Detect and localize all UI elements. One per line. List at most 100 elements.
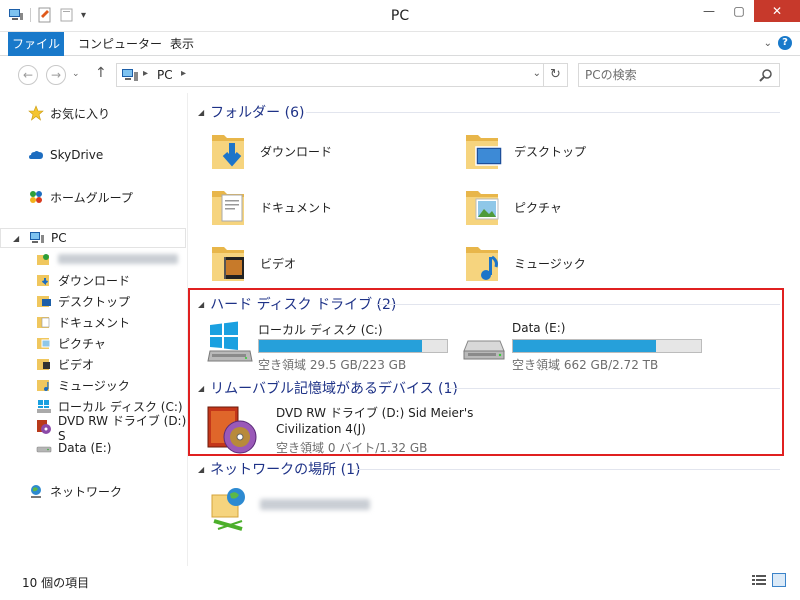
ribbon-tabs: ファイル コンピューター 表示 ⌄ ? [0, 32, 800, 56]
group-header-hard-disk-drives[interactable]: ◢ ハード ディスク ドライブ (2) [198, 294, 396, 314]
folder-downloads[interactable]: ダウンロード [208, 127, 332, 175]
recent-locations-chevron-icon[interactable]: ⌄ [72, 69, 80, 79]
collapse-triangle-icon[interactable]: ◢ [198, 300, 204, 309]
search-box[interactable] [578, 63, 780, 87]
redacted-text [260, 499, 370, 510]
up-button[interactable]: ↑ [95, 65, 107, 81]
nav-pc-label: PC [51, 231, 67, 245]
folder-videos[interactable]: ビデオ [208, 239, 296, 287]
pc-expand-chevron-icon[interactable]: ◢ [13, 234, 19, 243]
drive-c-usage-fill [259, 340, 423, 352]
pictures-folder-icon [37, 338, 51, 349]
status-bar: 10 個の項目 [0, 566, 800, 600]
forward-button[interactable]: → [46, 65, 66, 85]
tab-computer[interactable]: コンピューター [68, 32, 172, 56]
group-divider [352, 469, 780, 470]
folder-music[interactable]: ミュージック [462, 239, 586, 287]
back-button[interactable]: ← [18, 65, 38, 85]
folder-pictures-label: ピクチャ [514, 200, 562, 215]
collapse-triangle-icon[interactable]: ◢ [198, 465, 204, 474]
nav-videos[interactable]: ビデオ [0, 354, 188, 374]
nav-skydrive[interactable]: SkyDrive [0, 145, 188, 165]
group-header-removable-label: リムーバブル記憶域があるデバイス (1) [210, 381, 458, 397]
folder-documents[interactable]: ドキュメント [208, 183, 332, 231]
pictures-folder-icon [466, 191, 499, 225]
hard-drive-icon [463, 340, 505, 360]
nav-network-label: ネットワーク [50, 484, 123, 499]
breadcrumb-separator-icon[interactable]: ▸ [143, 68, 148, 79]
group-header-removable-storage[interactable]: ◢ リムーバブル記憶域があるデバイス (1) [198, 378, 458, 398]
folder-music-label: ミュージック [514, 256, 586, 271]
address-dropdown-icon[interactable]: ⌄ [533, 68, 541, 79]
nav-data-e-label: Data (E:) [58, 441, 112, 455]
nav-homegroup[interactable]: ホームグループ [0, 187, 188, 207]
breadcrumb-pc[interactable]: PC [157, 68, 173, 82]
drive-c-usage-bar [258, 339, 448, 353]
user-folder-icon [37, 254, 49, 265]
nav-homegroup-label: ホームグループ [50, 190, 133, 205]
redacted-text [58, 254, 178, 264]
search-input[interactable] [585, 67, 755, 83]
nav-pictures[interactable]: ピクチャ [0, 333, 188, 353]
window-controls: — ▢ ✕ [694, 0, 800, 22]
breadcrumb-separator-icon[interactable]: ▸ [181, 68, 186, 79]
nav-network[interactable]: ネットワーク [0, 481, 188, 501]
tab-view[interactable]: 表示 [160, 32, 204, 56]
nav-documents[interactable]: ドキュメント [0, 312, 188, 332]
expand-ribbon-icon[interactable]: ⌄ [764, 38, 772, 49]
nav-desktop-label: デスクトップ [58, 294, 131, 309]
windows-drive-icon [37, 400, 51, 413]
item-count: 10 個の項目 [22, 576, 90, 590]
network-icon [31, 485, 41, 498]
drive-c-name: ローカル ディスク (C:) [258, 323, 383, 337]
music-folder-icon [466, 247, 498, 281]
nav-skydrive-label: SkyDrive [50, 148, 104, 162]
group-header-network-label: ネットワークの場所 (1) [210, 462, 361, 478]
drive-e-usage-bar [512, 339, 702, 353]
nav-user-folder[interactable] [0, 249, 188, 269]
nav-favorites[interactable]: お気に入り [0, 103, 188, 123]
maximize-button[interactable]: ▢ [724, 0, 754, 22]
drive-data-e[interactable]: Data (E:) 空き領域 662 GB/2.72 TB [460, 321, 710, 372]
content-area: ◢ フォルダー (6) ダウンロード デスクトップ ドキュメント ピクチャ ビデ… [190, 93, 800, 566]
pc-icon [122, 69, 138, 81]
nav-music[interactable]: ミュージック [0, 375, 188, 395]
close-button[interactable]: ✕ [754, 0, 800, 22]
help-icon[interactable]: ? [778, 36, 792, 50]
nav-dvd-drive[interactable]: DVD RW ドライブ (D:) S [0, 414, 188, 443]
tab-file[interactable]: ファイル [8, 32, 64, 56]
nav-videos-label: ビデオ [58, 357, 95, 372]
folder-videos-label: ビデオ [260, 256, 297, 271]
group-header-network-locations[interactable]: ◢ ネットワークの場所 (1) [198, 459, 360, 479]
nav-data-e[interactable]: Data (E:) [0, 438, 188, 458]
hard-drive-icon [36, 446, 52, 453]
details-view-icon[interactable] [752, 574, 766, 586]
drive-local-disk-c[interactable]: ローカル ディスク (C:) 空き領域 29.5 GB/223 GB [206, 321, 456, 372]
collapse-triangle-icon[interactable]: ◢ [198, 384, 204, 393]
nav-pc[interactable]: ◢ PC [0, 228, 186, 248]
nav-downloads[interactable]: ダウンロード [0, 270, 188, 290]
nav-music-label: ミュージック [58, 378, 130, 393]
folder-pictures[interactable]: ピクチャ [462, 183, 562, 231]
minimize-button[interactable]: — [694, 0, 724, 22]
dvd-icon [37, 420, 51, 434]
star-icon [28, 105, 44, 121]
desktop-folder-icon [37, 296, 51, 307]
dvd-free-space: 空き領域 0 バイト/1.32 GB [276, 441, 428, 455]
refresh-button[interactable]: ↻ [543, 64, 567, 86]
folder-documents-label: ドキュメント [260, 200, 333, 215]
drive-e-name: Data (E:) [512, 321, 566, 335]
drive-c-free-space: 空き領域 29.5 GB/223 GB [258, 358, 407, 372]
large-icons-view-icon[interactable] [772, 573, 786, 587]
music-folder-icon [37, 380, 49, 391]
group-header-folders[interactable]: ◢ フォルダー (6) [198, 102, 304, 122]
folder-desktop[interactable]: デスクトップ [462, 127, 586, 175]
collapse-triangle-icon[interactable]: ◢ [198, 108, 204, 117]
nav-desktop[interactable]: デスクトップ [0, 291, 188, 311]
network-location-item[interactable] [208, 485, 408, 533]
search-icon[interactable] [759, 68, 773, 82]
drive-dvd-rw-d[interactable]: DVD RW ドライブ (D:) Sid Meier's Civilization… [206, 405, 506, 457]
downloads-folder-icon [212, 135, 244, 169]
address-bar[interactable]: ▸ PC ▸ ⌄ ↻ [116, 63, 568, 87]
folder-desktop-label: デスクトップ [514, 144, 587, 159]
